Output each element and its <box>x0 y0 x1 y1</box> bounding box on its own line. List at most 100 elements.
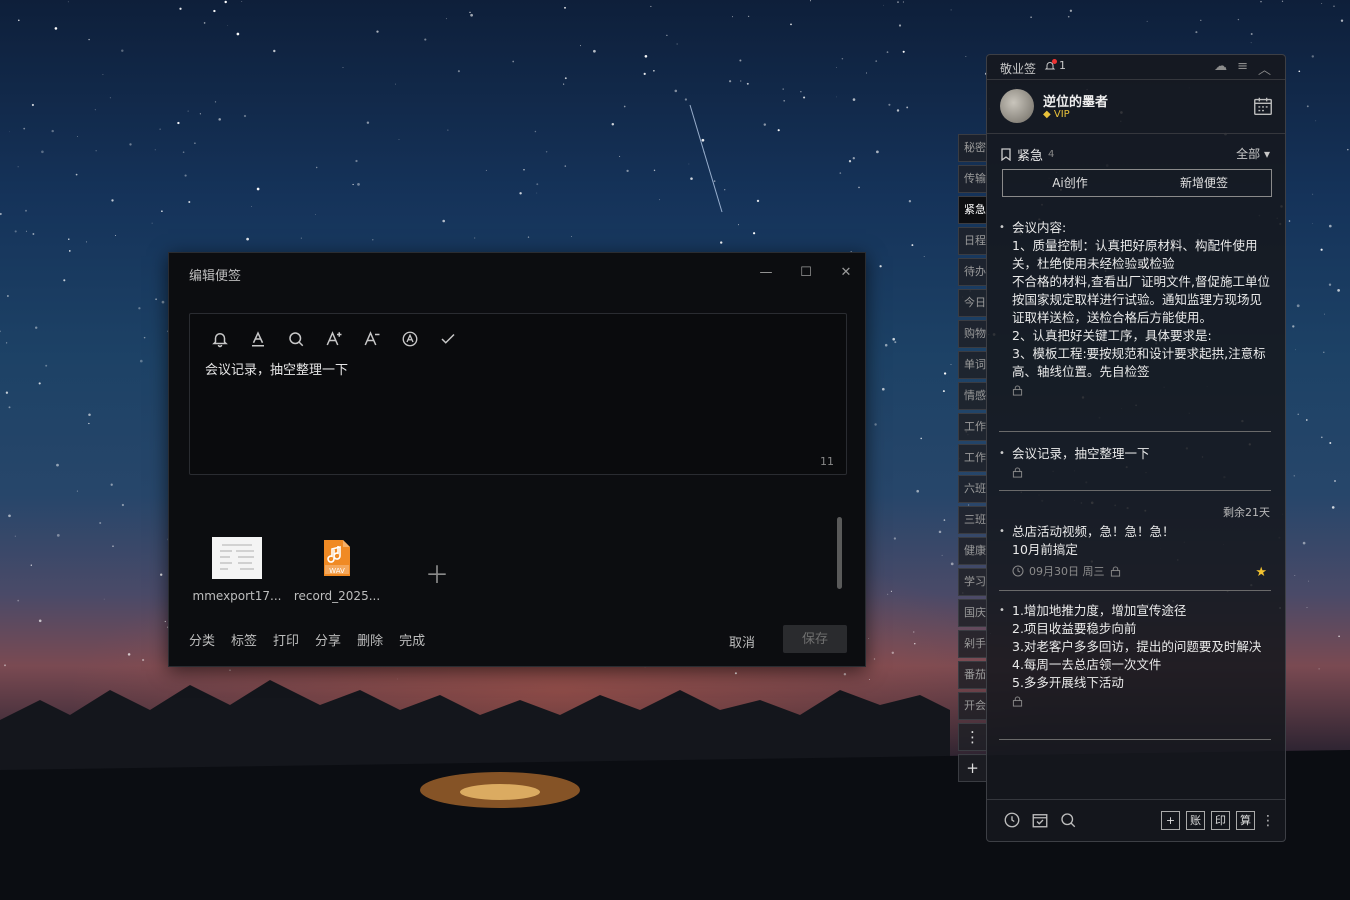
username: 逆位的墨者 <box>1043 95 1109 110</box>
tab-category[interactable]: 今日 <box>958 289 986 317</box>
add-note-button[interactable]: 新增便签 <box>1137 170 1271 196</box>
window-title: 编辑便签 <box>189 269 242 284</box>
note-item[interactable]: • 1.增加地推力度，增加宣传途径 2.项目收益要稳步向前 3.对老客户多多回访… <box>999 602 1271 707</box>
add-category-icon[interactable]: + <box>958 754 986 782</box>
notification-count: 1 <box>1059 59 1066 72</box>
tab-category[interactable]: 秘密 <box>958 134 986 162</box>
tab-category[interactable]: 情感 <box>958 382 986 410</box>
lock-icon <box>1110 565 1120 577</box>
more-vertical-icon[interactable]: ⋮ <box>1261 813 1275 829</box>
note-body: 1.增加地推力度，增加宣传途径 2.项目收益要稳步向前 3.对老客户多多回访，提… <box>1012 603 1262 690</box>
tab-category[interactable]: 工作 <box>958 444 986 472</box>
calendar-icon[interactable] <box>1252 95 1274 117</box>
note-meta <box>1012 696 1271 707</box>
tag-button[interactable]: 标签 <box>231 630 257 649</box>
app-name: 敬业签 <box>1000 62 1037 76</box>
search-icon[interactable] <box>284 328 308 350</box>
category-button[interactable]: 分类 <box>189 630 215 649</box>
filter-dropdown[interactable]: 全部 ▾ <box>1236 145 1270 162</box>
calculator-button[interactable]: 算 <box>1236 811 1255 830</box>
note-item[interactable]: • 总店活动视频，急！急！急！ 10月前搞定 09月30日 周三 <box>999 523 1271 579</box>
format-toolbar <box>208 328 460 350</box>
lock-icon <box>1012 385 1023 396</box>
tab-category-active[interactable]: 紧急 <box>958 196 986 224</box>
lock-icon <box>1012 696 1023 707</box>
add-icon[interactable]: + <box>1161 811 1180 830</box>
share-button[interactable]: 分享 <box>315 630 341 649</box>
category-name: 紧急 <box>1017 149 1044 164</box>
stamp-button[interactable]: 印 <box>1211 811 1230 830</box>
clock-icon[interactable] <box>1003 811 1021 829</box>
tab-category[interactable]: 日程 <box>958 227 986 255</box>
print-button[interactable]: 打印 <box>273 630 299 649</box>
reminder-date: 09月30日 周三 <box>1029 565 1105 578</box>
tab-category[interactable]: 六班 <box>958 475 986 503</box>
clock-icon <box>1012 565 1024 577</box>
panel-controls: ☁ ≡ ︿ <box>1214 59 1271 78</box>
collapse-icon[interactable]: ︿ <box>1258 59 1271 78</box>
calendar-check-icon[interactable] <box>1031 811 1049 829</box>
note-item[interactable]: • 会议记录，抽空整理一下 <box>999 445 1271 478</box>
attachment-name: record_2025... <box>293 589 381 603</box>
lock-icon <box>1012 467 1023 478</box>
save-button[interactable]: 保存 <box>783 625 847 653</box>
complete-button[interactable]: 完成 <box>399 630 425 649</box>
add-attachment-icon[interactable]: ＋ <box>425 555 449 590</box>
more-vertical-icon[interactable]: ⋮ <box>958 723 986 751</box>
star-icon[interactable]: ★ <box>1255 565 1267 580</box>
tab-category[interactable]: 剁手 <box>958 630 986 658</box>
attachment-audio[interactable]: WAV record_2025... <box>287 537 387 603</box>
search-icon[interactable] <box>1059 811 1077 829</box>
note-text[interactable]: 会议记录，抽空整理一下 <box>205 359 348 378</box>
cancel-button[interactable]: 取消 <box>729 632 755 651</box>
tab-category[interactable]: 单词 <box>958 351 986 379</box>
editor-footer-actions: 分类 标签 打印 分享 删除 完成 <box>189 630 425 649</box>
tab-category[interactable]: 工作 <box>958 413 986 441</box>
attachment-image[interactable]: mmexport17... <box>187 537 287 603</box>
tab-category[interactable]: 传输 <box>958 165 986 193</box>
tab-category[interactable]: 国庆 <box>958 599 986 627</box>
notification-dot <box>1052 59 1057 64</box>
tab-category[interactable]: 健康 <box>958 537 986 565</box>
tab-category[interactable]: 购物 <box>958 320 986 348</box>
action-buttons: Ai创作 新增便签 <box>1002 169 1272 197</box>
menu-icon[interactable]: ≡ <box>1237 59 1248 78</box>
attachment-name: mmexport17... <box>192 589 282 603</box>
tab-category[interactable]: 三班 <box>958 506 986 534</box>
bell-icon[interactable] <box>208 328 232 350</box>
note-editor[interactable]: 会议记录，抽空整理一下 11 <box>189 313 847 475</box>
notification[interactable]: 1 <box>1044 59 1066 72</box>
avatar[interactable] <box>1000 89 1034 123</box>
vip-badge: ◆ VIP <box>1043 109 1070 120</box>
tab-category[interactable]: 开会 <box>958 692 986 720</box>
notes-panel: 敬业签 1 ☁ ≡ ︿ 逆位的墨者 ◆ VIP 紧急 4 全部 ▾ Ai创作 新… <box>986 54 1286 842</box>
tab-category[interactable]: 番茄 <box>958 661 986 689</box>
delete-button[interactable]: 删除 <box>357 630 383 649</box>
category-tabs: 秘密 传输 紧急 日程 待办 今日 购物 单词 情感 工作 工作 六班 三班 健… <box>958 134 986 785</box>
close-button[interactable]: ✕ <box>835 263 857 283</box>
font-increase-icon[interactable] <box>322 328 346 350</box>
minimize-button[interactable]: — <box>755 263 777 283</box>
panel-bottom-toolbar: + 账 印 算 ⋮ <box>987 799 1285 841</box>
underline-a-icon[interactable] <box>246 328 270 350</box>
ai-create-button[interactable]: Ai创作 <box>1003 170 1137 196</box>
ledger-button[interactable]: 账 <box>1186 811 1205 830</box>
note-body: 会议内容: 1、质量控制：认真把好原材料、构配件使用关，杜绝使用未经检验或检验 … <box>1012 220 1270 379</box>
vertical-scrollbar[interactable] <box>837 517 842 589</box>
note-item[interactable]: • 会议内容: 1、质量控制：认真把好原材料、构配件使用关，杜绝使用未经检验或检… <box>999 219 1271 405</box>
wav-file-icon: WAV <box>312 537 362 579</box>
image-thumbnail <box>212 537 262 579</box>
note-body: 总店活动视频，急！急！急！ 10月前搞定 <box>1012 524 1175 557</box>
maximize-button[interactable]: ☐ <box>795 263 817 283</box>
category-count: 4 <box>1048 149 1055 160</box>
note-body: 会议记录，抽空整理一下 <box>1012 446 1150 461</box>
tab-category[interactable]: 学习 <box>958 568 986 596</box>
category-header: 紧急 4 <box>1000 145 1054 164</box>
circle-a-icon[interactable] <box>398 328 422 350</box>
check-icon[interactable] <box>436 328 460 350</box>
char-count: 11 <box>820 455 834 468</box>
cloud-sync-icon[interactable]: ☁ <box>1214 59 1227 78</box>
font-decrease-icon[interactable] <box>360 328 384 350</box>
wav-badge: WAV <box>329 567 345 575</box>
tab-category[interactable]: 待办 <box>958 258 986 286</box>
